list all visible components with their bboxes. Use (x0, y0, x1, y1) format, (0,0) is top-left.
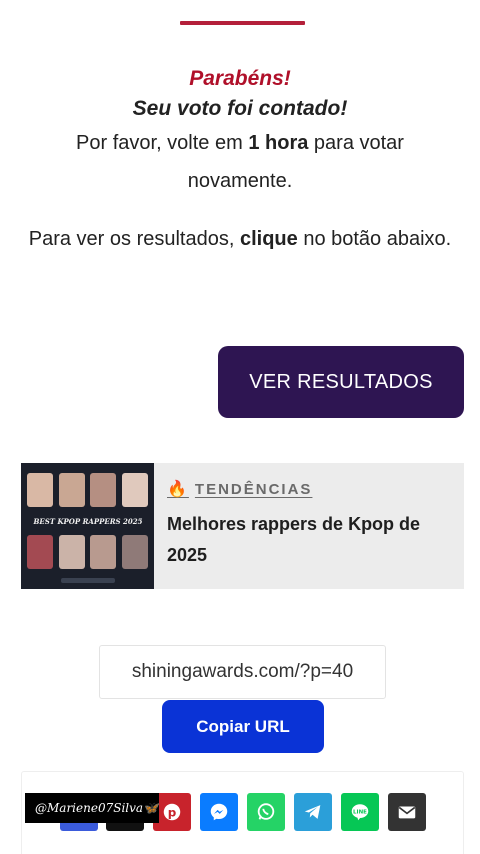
vote-counted-text: Seu voto foi contado! (132, 97, 348, 120)
trending-tag-label: TENDÊNCIAS (194, 480, 313, 498)
results-text-pre: Para ver os resultados, (28, 228, 240, 250)
article-title[interactable]: Melhores rappers de Kpop de 2025 (167, 509, 452, 571)
results-text-bold: clique (239, 228, 298, 250)
email-share-button[interactable] (388, 793, 426, 831)
congrats-heading: Parabéns! (189, 67, 291, 90)
user-watermark: @Mariene07Silva🦋 (25, 793, 159, 823)
trending-article-card[interactable]: BEST KPOP RAPPERS 2025 🔥 TENDÊNCIAS Melh… (21, 463, 464, 589)
pinterest-icon: p (163, 803, 181, 821)
messenger-icon (210, 803, 228, 821)
telegram-icon (304, 805, 321, 819)
svg-text:p: p (168, 806, 177, 820)
whatsapp-share-button[interactable] (247, 793, 285, 831)
envelope-icon (398, 806, 416, 819)
return-instructions: Por favor, volte em 1 hora para votar no… (0, 124, 480, 200)
line-share-button[interactable]: LINE (341, 793, 379, 831)
return-text-pre: Por favor, volte em (76, 132, 249, 154)
line-icon: LINE (351, 804, 369, 821)
messenger-share-button[interactable] (200, 793, 238, 831)
copy-url-button[interactable]: Copiar URL (162, 700, 324, 753)
share-url-field[interactable]: shiningawards.com/?p=40 (99, 645, 386, 699)
whatsapp-icon (257, 803, 275, 820)
thumbnail-banner: BEST KPOP RAPPERS 2025 (33, 517, 143, 526)
article-thumbnail[interactable]: BEST KPOP RAPPERS 2025 (21, 463, 154, 589)
return-text-bold: 1 hora (248, 132, 309, 154)
results-instructions: Para ver os resultados, clique no botão … (0, 220, 480, 258)
fire-icon: 🔥 (167, 481, 189, 498)
vote-confirmation: Parabéns! Seu voto foi contado! Por favo… (0, 64, 480, 258)
telegram-share-button[interactable] (294, 793, 332, 831)
svg-text:LINE: LINE (353, 809, 367, 815)
results-text-post: no botão abaixo. (297, 228, 452, 250)
trending-tag[interactable]: 🔥 TENDÊNCIAS (167, 479, 452, 499)
view-results-button[interactable]: VER RESULTADOS (218, 346, 464, 418)
top-divider (180, 21, 305, 25)
